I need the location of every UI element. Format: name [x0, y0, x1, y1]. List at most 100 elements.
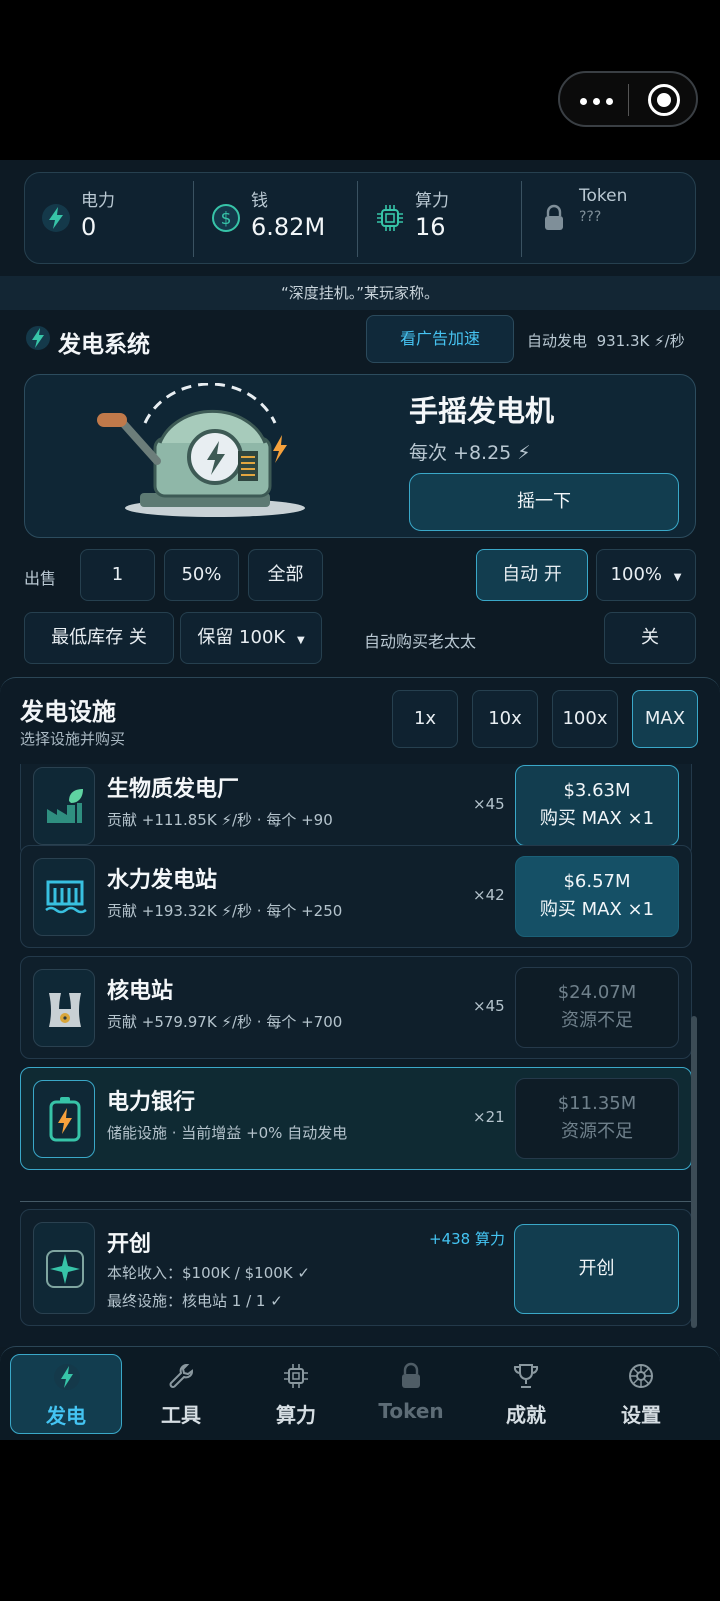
- divider: [193, 181, 194, 257]
- tab-label: 成就: [506, 1403, 546, 1427]
- resource-value: ???: [579, 209, 602, 225]
- sell-option-all[interactable]: 全部: [248, 549, 323, 601]
- divider: [20, 1201, 692, 1202]
- facility-price: $11.35M: [557, 1093, 637, 1114]
- tab-token[interactable]: Token: [355, 1354, 467, 1434]
- facility-name: 电力银行: [107, 1090, 196, 1115]
- pioneer-button[interactable]: 开创: [514, 1224, 679, 1314]
- facility-count: ×45: [473, 997, 505, 1015]
- facility-price: $24.07M: [557, 982, 637, 1003]
- section-title: 发电系统: [58, 332, 150, 358]
- facility-card-biomass: 生物质发电厂 贡献 +111.85K ⚡/秒 · 每个 +90 ×45 $3.6…: [20, 764, 692, 857]
- facility-icon-box: [33, 1080, 95, 1158]
- facility-buy-action: 资源不足: [561, 1010, 633, 1031]
- more-icon[interactable]: [580, 91, 620, 111]
- auto-generation-rate: 自动发电 931.3K ⚡/秒: [527, 330, 685, 351]
- generator-name: 手摇发电机: [409, 394, 555, 428]
- tab-label: Token: [378, 1399, 444, 1423]
- pioneer-condition-facility: 最终设施：核电站 1 / 1 ✓: [107, 1292, 283, 1310]
- sell-percent-select[interactable]: 100% ▼: [596, 549, 696, 601]
- facility-buy-action: 购买 MAX ×1: [539, 808, 655, 829]
- resource-money: $ 钱 6.82M: [195, 173, 355, 263]
- bolt-icon: [26, 326, 50, 350]
- facility-name: 生物质发电厂: [107, 777, 240, 802]
- facility-buy-button[interactable]: $3.63M 购买 MAX ×1: [515, 765, 679, 846]
- generator-per-crank: 每次 +8.25 ⚡: [409, 442, 531, 464]
- facility-name: 核电站: [107, 979, 174, 1004]
- tab-compute[interactable]: 算力: [240, 1354, 352, 1434]
- resource-power: 电力 0: [25, 173, 191, 263]
- resource-value: 6.82M: [251, 213, 326, 241]
- resource-value: 0: [81, 213, 97, 241]
- multiplier-10x[interactable]: 10x: [472, 690, 538, 748]
- facility-icon-box: [33, 767, 95, 845]
- facility-desc: 贡献 +193.32K ⚡/秒 · 每个 +250: [107, 902, 343, 920]
- tab-label: 工具: [161, 1403, 201, 1427]
- auto-gen-value: 931.3K ⚡/秒: [596, 332, 685, 350]
- bolt-icon: [42, 204, 70, 232]
- min-stock-toggle[interactable]: 最低库存 关: [24, 612, 174, 664]
- sell-label: 出售: [24, 569, 57, 588]
- trophy-icon: [513, 1364, 539, 1388]
- facility-buy-button[interactable]: $6.57M 购买 MAX ×1: [515, 856, 679, 937]
- multiplier-max[interactable]: MAX: [632, 690, 698, 748]
- divider: [357, 181, 358, 257]
- reserve-select[interactable]: 保留 100K ▼: [180, 612, 322, 664]
- facility-buy-button[interactable]: $24.07M 资源不足: [515, 967, 679, 1048]
- auto-buy-toggle[interactable]: 关: [604, 612, 696, 664]
- sell-percent-value: 100%: [610, 564, 663, 585]
- resource-token: Token ???: [523, 173, 693, 263]
- ticker-quote: “深度挂机。”某玩家称。: [0, 276, 720, 310]
- resource-label: Token: [579, 186, 628, 206]
- auto-buy-label: 自动购买老太太: [364, 632, 477, 651]
- facility-count: ×21: [473, 1108, 505, 1126]
- resource-bar: 电力 0 $ 钱 6.82M 算力 16 Token ???: [24, 172, 696, 264]
- tab-settings[interactable]: 设置: [585, 1354, 697, 1434]
- facility-buy-button[interactable]: $11.35M 资源不足: [515, 1078, 679, 1159]
- tab-label: 设置: [621, 1403, 661, 1427]
- facility-card-nuclear: 核电站 贡献 +579.97K ⚡/秒 · 每个 +700 ×45 $24.07…: [20, 956, 692, 1059]
- resource-value: 16: [415, 213, 446, 241]
- tab-power[interactable]: 发电: [10, 1354, 122, 1434]
- bolt-icon: [54, 1364, 80, 1390]
- lock-icon: [545, 204, 563, 230]
- resource-label: 算力: [415, 191, 449, 211]
- facility-buy-action: 购买 MAX ×1: [539, 899, 655, 920]
- auto-sell-toggle[interactable]: 自动 开: [476, 549, 588, 601]
- facilities-subtitle: 选择设施并购买: [20, 730, 126, 748]
- ad-boost-button[interactable]: 看广告加速: [366, 315, 514, 363]
- dollar-icon: $: [212, 204, 240, 232]
- hand-crank-generator-icon: [97, 383, 305, 517]
- resource-compute: 算力 16: [359, 173, 519, 263]
- reserve-value: 保留 100K: [197, 627, 286, 648]
- sell-option-1[interactable]: 1: [80, 549, 155, 601]
- chip-icon: [284, 1364, 308, 1388]
- chevron-down-icon: ▼: [673, 572, 682, 583]
- facility-desc: 贡献 +579.97K ⚡/秒 · 每个 +700: [107, 1013, 343, 1031]
- resource-label: 电力: [81, 191, 115, 211]
- crank-button[interactable]: 摇一下: [409, 473, 679, 531]
- sell-option-half[interactable]: 50%: [164, 549, 239, 601]
- gear-icon: [629, 1364, 653, 1388]
- pioneer-reward: +438 算力: [429, 1230, 505, 1248]
- resource-label: 钱: [251, 191, 268, 211]
- divider: [521, 181, 522, 257]
- facility-name: 水力发电站: [107, 868, 218, 893]
- facility-card-power-bank: 电力银行 储能设施 · 当前增益 +0% 自动发电 ×21 $11.35M 资源…: [20, 1067, 692, 1170]
- facility-price: $6.57M: [563, 871, 631, 892]
- facility-price: $3.63M: [563, 780, 631, 801]
- close-miniprogram-icon[interactable]: [648, 84, 680, 116]
- capsule-divider: [628, 84, 629, 116]
- tab-achievements[interactable]: 成就: [470, 1354, 582, 1434]
- tab-label: 算力: [276, 1403, 316, 1427]
- facility-card-hydro: 水力发电站 贡献 +193.32K ⚡/秒 · 每个 +250 ×42 $6.5…: [20, 845, 692, 948]
- facility-buy-action: 资源不足: [561, 1121, 633, 1142]
- scrollbar[interactable]: [691, 1016, 697, 1328]
- tab-tools[interactable]: 工具: [125, 1354, 237, 1434]
- facility-count: ×45: [473, 795, 505, 813]
- multiplier-1x[interactable]: 1x: [392, 690, 458, 748]
- facilities-title: 发电设施: [20, 698, 116, 726]
- biomass-plant-icon: [47, 789, 83, 823]
- pioneer-condition-income: 本轮收入：$100K / $100K ✓: [107, 1264, 310, 1282]
- multiplier-100x[interactable]: 100x: [552, 690, 618, 748]
